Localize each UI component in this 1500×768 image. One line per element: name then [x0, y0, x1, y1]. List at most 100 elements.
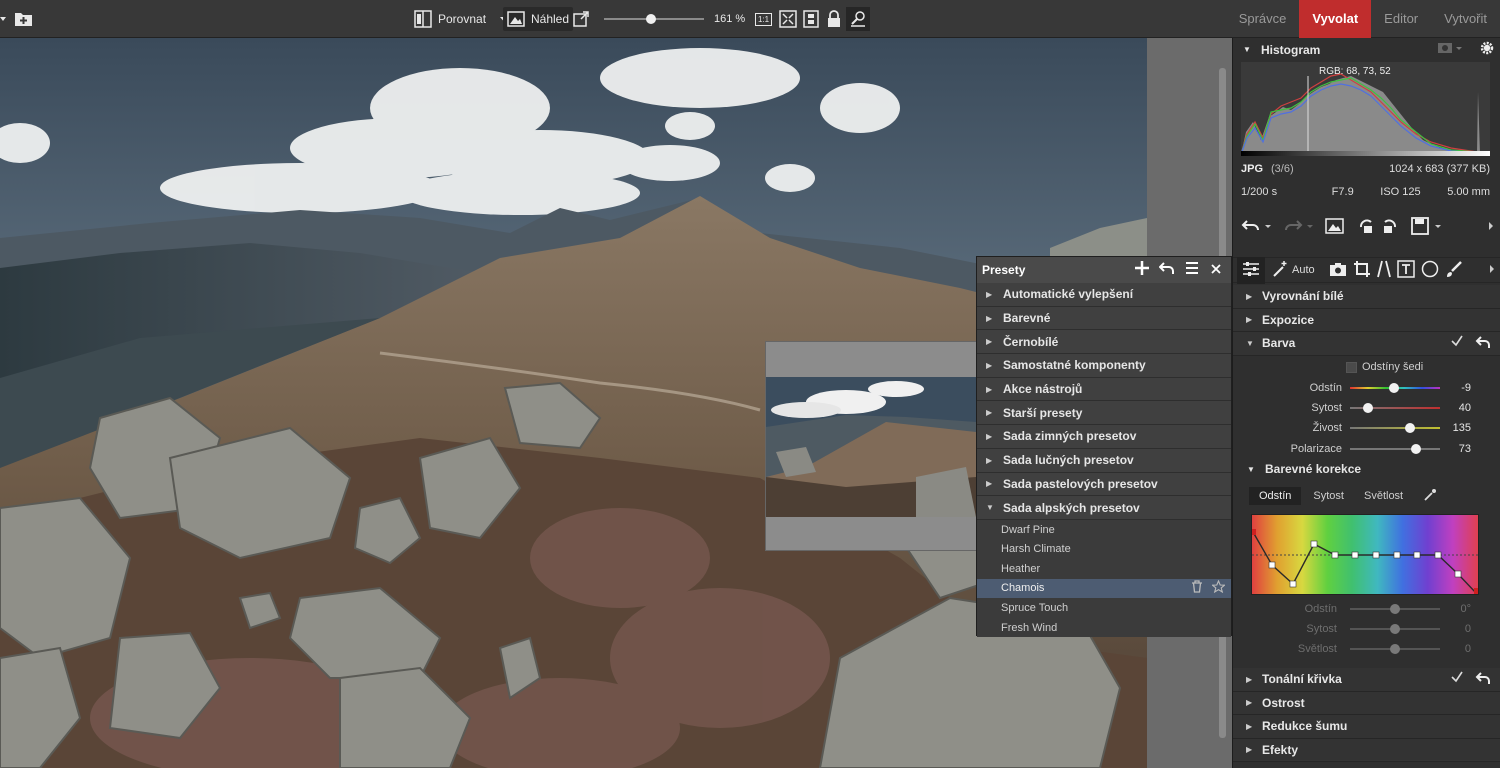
section-noise-reduction[interactable]: ▶ Redukce šumu — [1233, 715, 1500, 739]
undo-icon[interactable] — [1241, 217, 1261, 238]
menu-icon[interactable] — [1184, 260, 1200, 281]
preset-item[interactable]: Chamois — [977, 578, 1231, 599]
preset-category[interactable]: ▶ Samostatné komponenty — [977, 354, 1231, 378]
zoom-tool-icon[interactable] — [846, 7, 870, 31]
close-icon[interactable] — [1209, 260, 1223, 281]
zoom-slider-knob[interactable] — [646, 14, 656, 24]
checkmark-icon[interactable] — [1451, 670, 1463, 689]
preset-item[interactable]: Heather — [977, 559, 1231, 579]
tab-lightness[interactable]: Světlost — [1364, 490, 1403, 502]
lock-icon[interactable] — [827, 9, 841, 29]
image-icon[interactable] — [1325, 217, 1345, 238]
add-preset-icon[interactable] — [1134, 260, 1150, 281]
mode-tab-manager[interactable]: Správce — [1226, 0, 1300, 38]
tab-saturation[interactable]: Sytost — [1313, 490, 1344, 502]
checkbox-box[interactable] — [1346, 361, 1357, 373]
undo-icon[interactable] — [1158, 260, 1175, 281]
external-link-icon[interactable] — [572, 9, 590, 29]
trash-icon[interactable] — [1191, 580, 1203, 596]
section-white-balance[interactable]: ▶ Vyrovnání bílé — [1233, 285, 1500, 309]
slider-track[interactable] — [1350, 383, 1440, 393]
zoom-slider[interactable] — [604, 9, 704, 29]
reset-icon[interactable] — [1475, 670, 1491, 689]
slider-track[interactable] — [1350, 403, 1440, 413]
section-color[interactable]: ▼ Barva — [1233, 332, 1500, 356]
camera-icon[interactable] — [1437, 41, 1463, 58]
presets-header: Presety — [977, 257, 1231, 283]
histogram-title: Histogram — [1261, 42, 1321, 57]
adjustments-icon[interactable] — [1237, 256, 1265, 284]
histogram-header[interactable]: ▼ Histogram — [1233, 38, 1500, 61]
slider-knob[interactable] — [1405, 423, 1416, 433]
section-effects[interactable]: ▶ Efekty — [1233, 738, 1500, 762]
chevron-down-icon[interactable] — [1433, 217, 1443, 238]
reset-icon[interactable] — [1475, 334, 1491, 353]
slider-vibrance[interactable]: Živost 135 — [1233, 419, 1500, 437]
expand-triangle-icon: ▶ — [986, 455, 993, 465]
slider-track[interactable] — [1350, 423, 1440, 433]
redo-icon[interactable] — [1283, 217, 1303, 238]
menu-dropdown-icon[interactable] — [0, 9, 8, 29]
add-folder-icon[interactable] — [14, 9, 34, 29]
checkmark-icon[interactable] — [1451, 334, 1463, 353]
split-view-icon[interactable] — [803, 9, 819, 29]
auto-wand-icon[interactable] — [1271, 260, 1289, 281]
mode-tab-develop[interactable]: Vyvolat — [1299, 0, 1372, 38]
brush-icon[interactable] — [1445, 260, 1463, 281]
auto-label[interactable]: Auto — [1292, 264, 1315, 276]
chevron-down-icon[interactable] — [1307, 217, 1315, 238]
tab-hue[interactable]: Odstín — [1249, 487, 1302, 505]
preset-category[interactable]: ▶ Starší presety — [977, 401, 1231, 426]
tools-bar: Auto — [1233, 256, 1500, 284]
hue-curve-editor[interactable] — [1251, 514, 1479, 595]
preset-category[interactable]: ▶ Černobílé — [977, 330, 1231, 355]
expand-triangle-icon: ▶ — [986, 313, 993, 323]
section-sharpen[interactable]: ▶ Ostrost — [1233, 691, 1500, 715]
save-icon[interactable] — [1411, 216, 1429, 238]
preset-category[interactable]: ▶ Automatické vylepšení — [977, 283, 1231, 307]
histogram-graph[interactable]: RGB: 68, 73, 52 — [1240, 62, 1490, 156]
preset-item[interactable]: Spruce Touch — [977, 598, 1231, 618]
slider-knob[interactable] — [1389, 383, 1400, 393]
rotate-icon[interactable] — [1359, 217, 1399, 238]
preset-category[interactable]: ▶ Sada lučných presetov — [977, 448, 1231, 473]
circle-mask-icon[interactable] — [1421, 260, 1439, 281]
crop-icon[interactable] — [1353, 260, 1371, 281]
chevron-right-icon[interactable] — [1488, 217, 1496, 238]
preset-category[interactable]: ▶ Sada zimných presetov — [977, 425, 1231, 449]
star-icon[interactable] — [1211, 580, 1226, 596]
slider-track — [1350, 624, 1440, 634]
zoom-1to1-button[interactable]: 1:1 — [755, 9, 773, 29]
preset-category[interactable]: ▼ Sada alpských presetov — [977, 496, 1231, 520]
preset-category[interactable]: ▶ Sada pastelových presetov — [977, 472, 1231, 497]
slider-hue[interactable]: Odstín -9 — [1233, 379, 1500, 397]
fit-screen-icon[interactable] — [779, 9, 797, 29]
slider-label: Sytost — [1311, 402, 1342, 414]
chevron-right-icon[interactable] — [1489, 260, 1497, 281]
preset-category[interactable]: ▶ Barevné — [977, 306, 1231, 331]
mode-tab-create[interactable]: Vytvořit — [1431, 0, 1500, 38]
slider-knob[interactable] — [1410, 444, 1421, 454]
section-tone-curve[interactable]: ▶ Tonální křivka — [1233, 668, 1500, 692]
chevron-down-icon[interactable] — [1265, 217, 1273, 238]
slider-knob — [1390, 624, 1400, 634]
preview-button[interactable]: Náhled — [503, 7, 574, 31]
mode-tab-editor[interactable]: Editor — [1371, 0, 1431, 38]
eyedropper-icon[interactable] — [1423, 488, 1437, 505]
slider-knob[interactable] — [1363, 403, 1373, 413]
slider-track[interactable] — [1350, 444, 1440, 454]
preset-item[interactable]: Dwarf Pine — [977, 519, 1231, 540]
slider-polarization[interactable]: Polarizace 73 — [1233, 440, 1500, 458]
preset-item[interactable]: Fresh Wind — [977, 617, 1231, 638]
camera-icon[interactable] — [1329, 261, 1347, 280]
grayscale-checkbox[interactable]: Odstíny šedi — [1346, 361, 1423, 373]
perspective-icon[interactable] — [1375, 260, 1393, 281]
section-exposure[interactable]: ▶ Expozice — [1233, 308, 1500, 332]
compare-button[interactable]: Porovnat — [414, 9, 509, 29]
text-frame-icon[interactable] — [1396, 259, 1415, 281]
preset-category[interactable]: ▶ Akce nástrojů — [977, 377, 1231, 402]
preset-item[interactable]: Harsh Climate — [977, 539, 1231, 560]
color-corrections-header[interactable]: ▼ Barevné korekce — [1247, 462, 1361, 476]
settings-gear-icon[interactable] — [1479, 40, 1495, 59]
slider-saturation[interactable]: Sytost 40 — [1233, 399, 1500, 417]
